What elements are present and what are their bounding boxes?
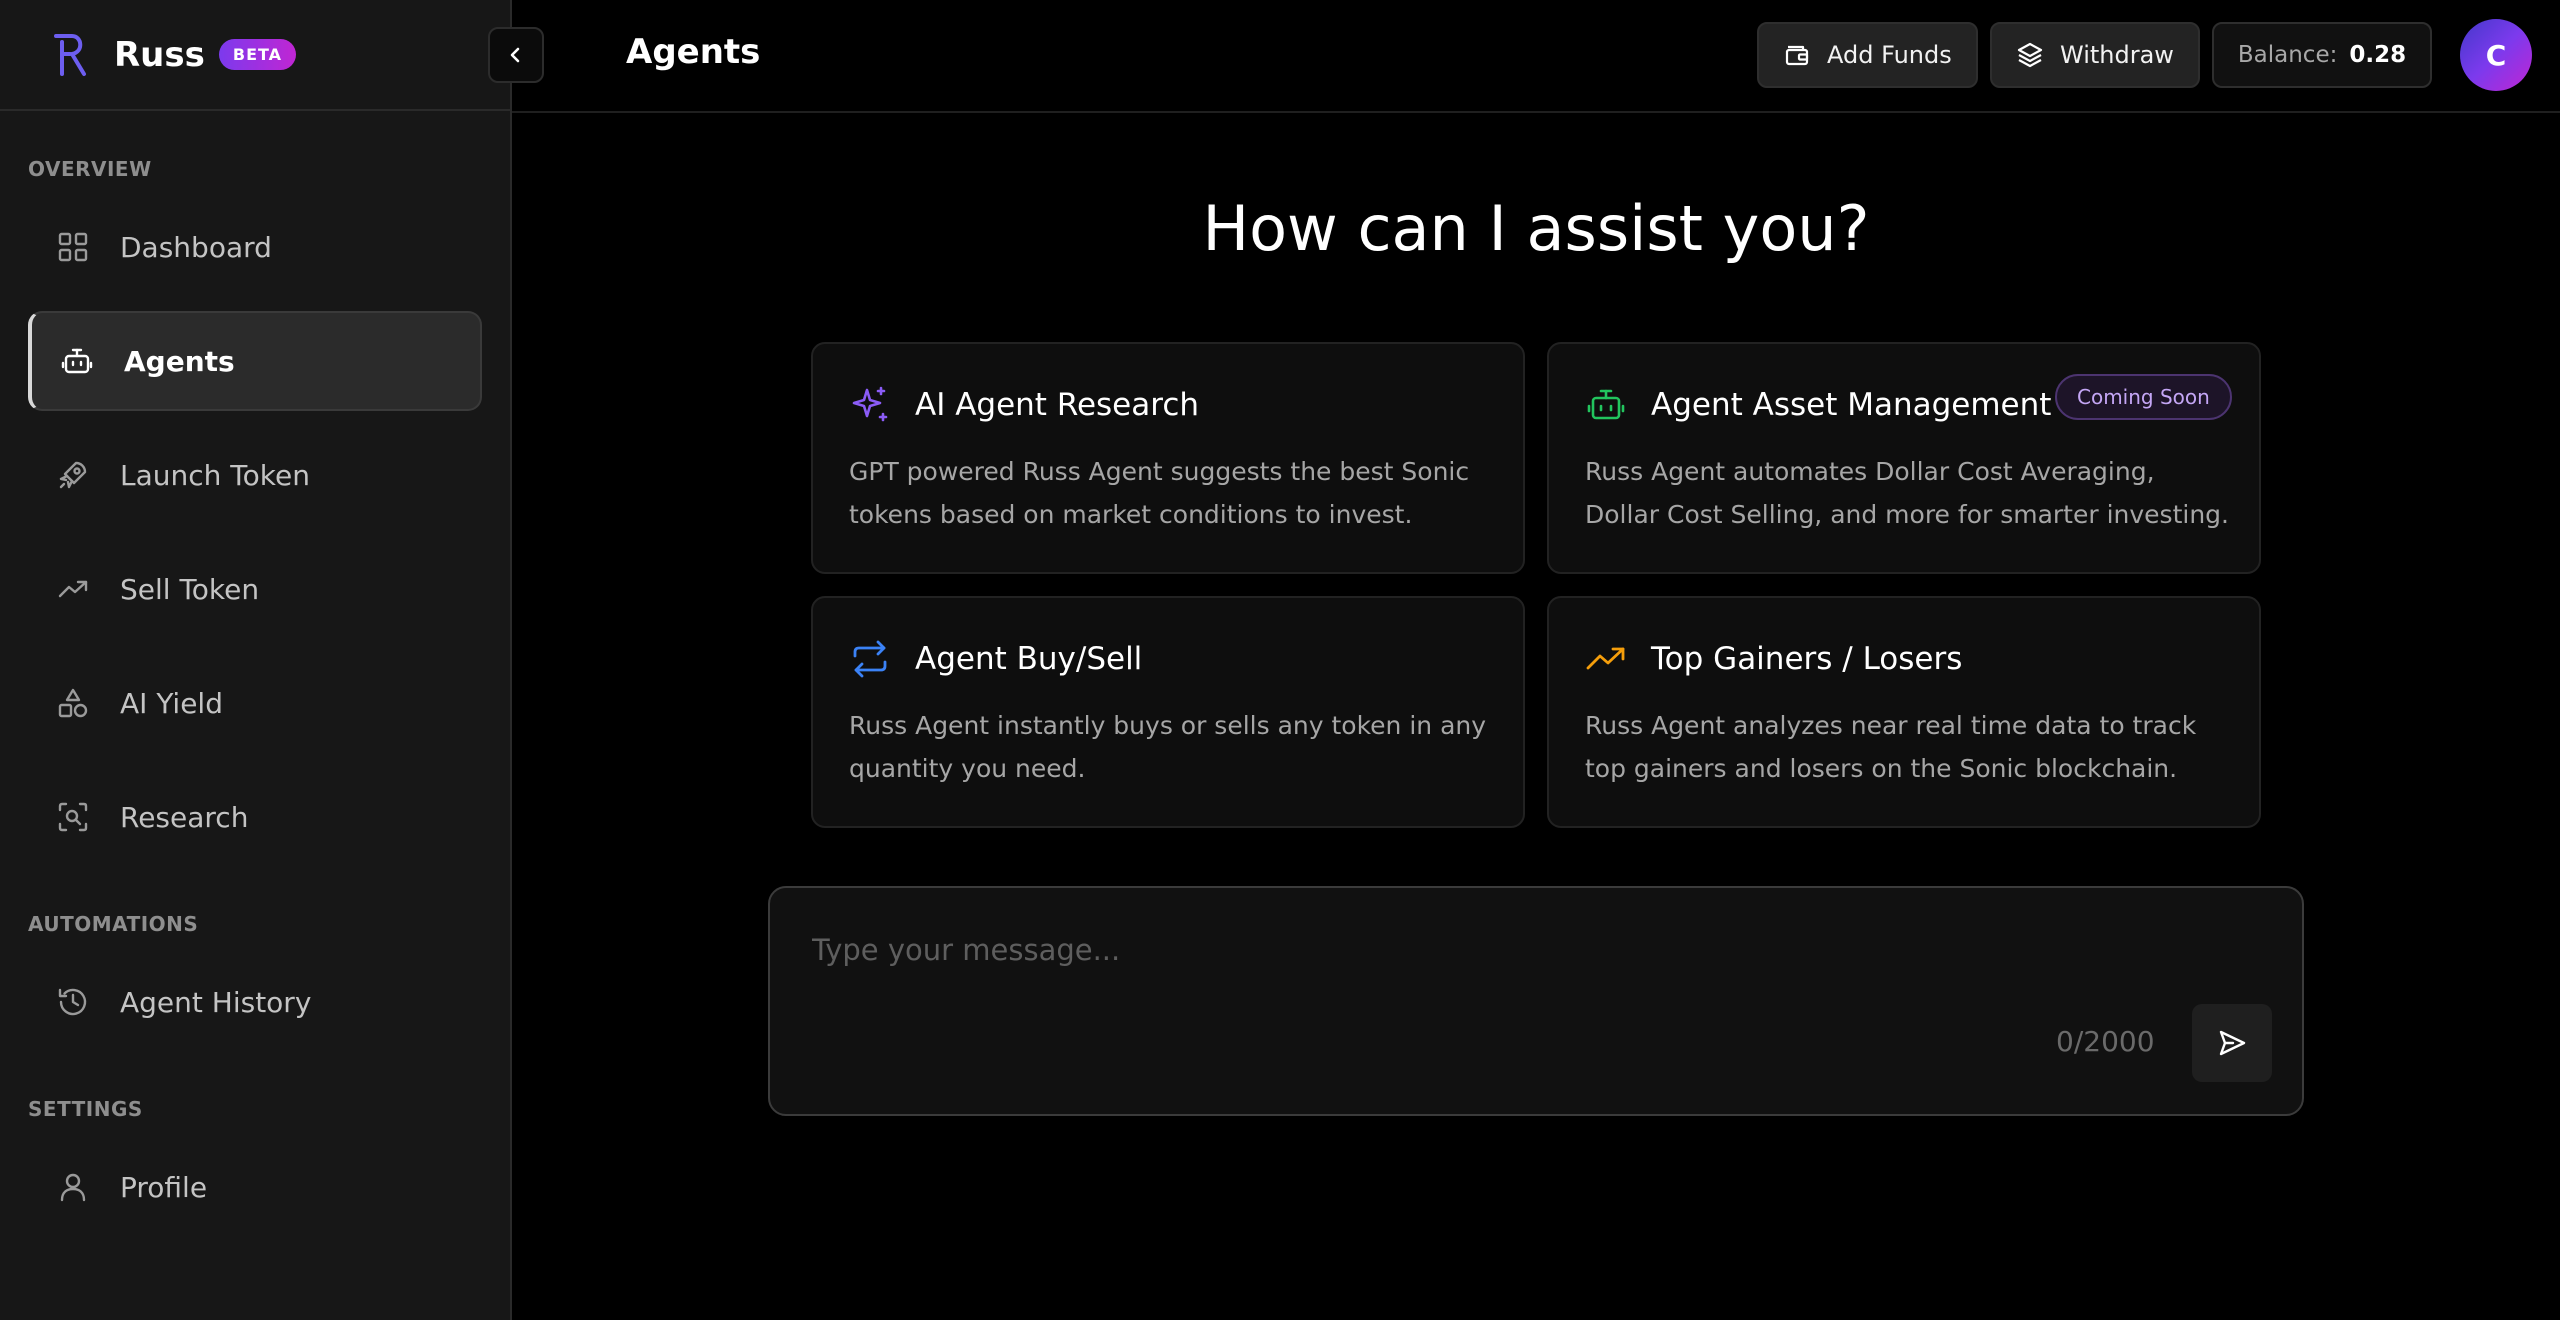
card-title: Agent Buy/Sell [915, 641, 1143, 677]
char-count: 0/2000 [2056, 1025, 2155, 1058]
card-description: Russ Agent instantly buys or sells any t… [849, 711, 1487, 783]
sidebar-item-label: Sell Token [120, 572, 260, 606]
balance-value: 0.28 [2349, 42, 2407, 68]
add-funds-label: Add Funds [1827, 41, 1952, 69]
sidebar-item-label: Agents [124, 344, 235, 378]
card-header: Top Gainers / Losers [1585, 638, 1962, 680]
russ-logo-icon [54, 33, 86, 76]
withdraw-button[interactable]: Withdraw [1990, 22, 2200, 88]
sidebar-item-label: AI Yield [120, 686, 223, 720]
brand-name: Russ [114, 34, 205, 75]
grid-icon [56, 230, 90, 264]
trend-up-icon [1585, 638, 1627, 680]
sidebar-item-agents[interactable]: Agents [28, 311, 482, 411]
section-label-overview: OVERVIEW [28, 157, 152, 181]
chevron-left-icon [510, 47, 520, 63]
assist-headline: How can I assist you? [1202, 192, 1870, 265]
balance-label: Balance: [2237, 42, 2338, 68]
sidebar-item-profile[interactable]: Profile [28, 1137, 482, 1237]
beta-badge: BETA [218, 39, 297, 70]
shapes-icon [56, 686, 90, 720]
wallet-icon [1783, 41, 1811, 69]
coming-soon-badge: Coming Soon [2055, 374, 2232, 420]
card-header: Agent Asset Management [1585, 384, 2051, 426]
top-bar: Agents Add Funds Withdraw Balance: 0.28 … [512, 0, 2560, 113]
sidebar-item-launch-token[interactable]: Launch Token [28, 425, 482, 525]
repeat-icon [849, 638, 891, 680]
robot-icon [1585, 384, 1627, 426]
card-agent-buy-sell[interactable]: Agent Buy/Sell Russ Agent instantly buys… [811, 596, 1525, 828]
card-title: Agent Asset Management [1651, 387, 2052, 423]
layers-icon [2016, 41, 2044, 69]
card-description: Russ Agent automates Dollar Cost Averagi… [1585, 457, 2229, 529]
sidebar-item-label: Research [120, 800, 249, 834]
app-root: Russ BETA OVERVIEW Dashboard Agents Laun… [0, 0, 2560, 1320]
card-header: Agent Buy/Sell [849, 638, 1142, 680]
collapse-sidebar-button[interactable] [488, 27, 544, 83]
sparkles-icon [849, 384, 891, 426]
send-button[interactable] [2192, 1004, 2272, 1082]
card-title: Top Gainers / Losers [1651, 641, 1963, 677]
sidebar-item-dashboard[interactable]: Dashboard [28, 197, 482, 297]
sidebar-item-sell-token[interactable]: Sell Token [28, 539, 482, 639]
page-title: Agents [626, 32, 761, 72]
card-top-gainers-losers[interactable]: Top Gainers / Losers Russ Agent analyzes… [1547, 596, 2261, 828]
robot-icon [60, 344, 94, 378]
add-funds-button[interactable]: Add Funds [1757, 22, 1978, 88]
brand: Russ BETA [0, 0, 510, 111]
withdraw-label: Withdraw [2060, 41, 2174, 69]
sidebar-item-research[interactable]: Research [28, 767, 482, 867]
sidebar-item-ai-yield[interactable]: AI Yield [28, 653, 482, 753]
sidebar-item-label: Launch Token [120, 458, 310, 492]
section-label-automations: AUTOMATIONS [28, 912, 199, 936]
message-composer: 0/2000 [768, 886, 2304, 1116]
card-description: Russ Agent analyzes near real time data … [1585, 711, 2197, 783]
send-icon [2219, 1030, 2246, 1056]
card-description: GPT powered Russ Agent suggests the best… [849, 457, 1470, 529]
rocket-icon [56, 458, 90, 492]
section-label-settings: SETTINGS [28, 1097, 143, 1121]
avatar[interactable]: C [2460, 19, 2532, 91]
message-input[interactable] [812, 928, 2212, 972]
history-icon [56, 985, 90, 1019]
trend-up-icon [56, 572, 90, 606]
scan-search-icon [56, 800, 90, 834]
sidebar-item-agent-history[interactable]: Agent History [28, 952, 482, 1052]
user-icon [56, 1170, 90, 1204]
balance-display: Balance: 0.28 [2212, 22, 2432, 88]
sidebar-item-label: Agent History [120, 985, 312, 1019]
sidebar: Russ BETA OVERVIEW Dashboard Agents Laun… [0, 0, 512, 1320]
card-header: AI Agent Research [849, 384, 1199, 426]
sidebar-item-label: Dashboard [120, 230, 272, 264]
sidebar-item-label: Profile [120, 1170, 208, 1204]
card-title: AI Agent Research [915, 387, 1200, 423]
card-agent-asset-management[interactable]: Agent Asset Management Coming Soon Russ … [1547, 342, 2261, 574]
card-ai-agent-research[interactable]: AI Agent Research GPT powered Russ Agent… [811, 342, 1525, 574]
